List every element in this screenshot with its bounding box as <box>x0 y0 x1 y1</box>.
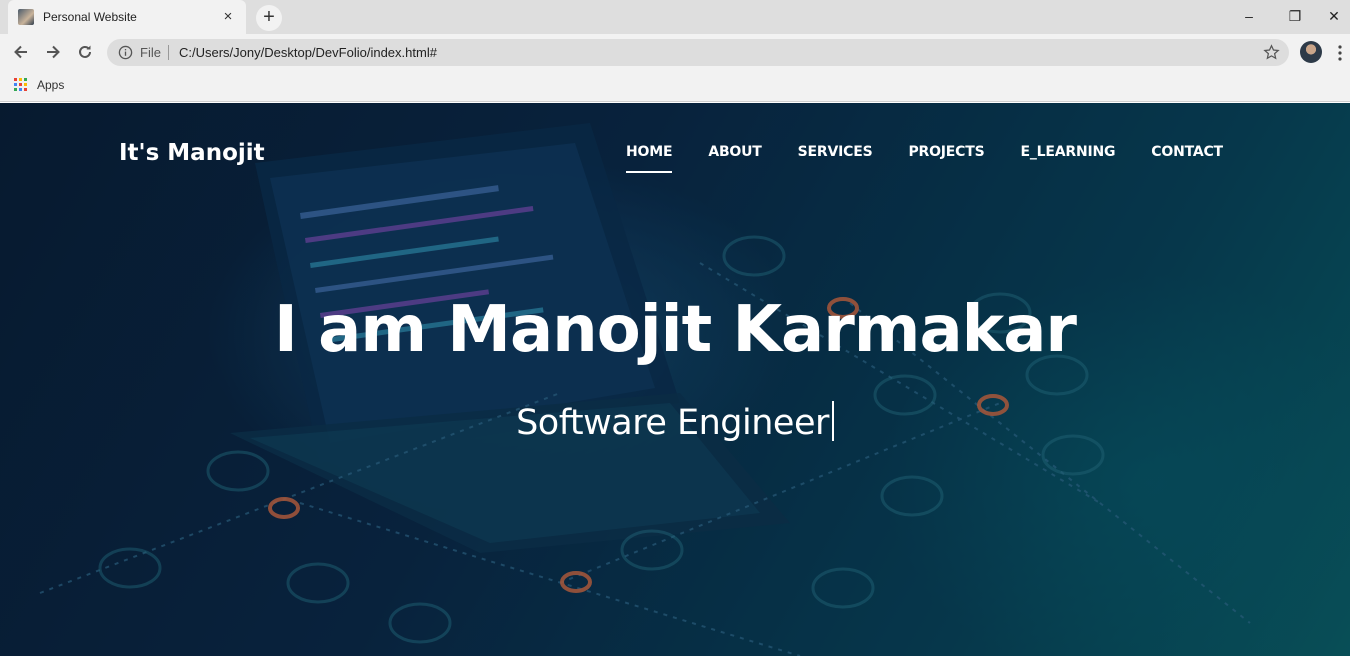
window-restore-button[interactable]: ❐ <box>1272 4 1318 28</box>
browser-toolbar: File C:/Users/Jony/Desktop/DevFolio/inde… <box>0 34 1350 70</box>
window-close-button[interactable]: ✕ <box>1318 4 1350 28</box>
bookmark-star-icon[interactable] <box>1263 44 1280 61</box>
site-favicon-icon <box>18 9 34 25</box>
url-text[interactable]: C:/Users/Jony/Desktop/DevFolio/index.htm… <box>179 45 437 60</box>
forward-arrow-icon <box>47 45 60 59</box>
nav-services[interactable]: SERVICES <box>798 144 873 160</box>
browser-tab-strip: Personal Website × + – ❐ ✕ <box>0 0 1350 34</box>
nav-e-learning[interactable]: E_LEARNING <box>1020 144 1115 160</box>
more-menu-icon[interactable] <box>1334 44 1346 62</box>
nav-contact[interactable]: CONTACT <box>1151 144 1223 160</box>
tab-title: Personal Website <box>43 10 137 24</box>
tab-close-icon[interactable]: × <box>220 9 236 25</box>
new-tab-button[interactable]: + <box>256 5 282 31</box>
bookmarks-bar: Apps <box>0 70 1350 102</box>
back-arrow-icon <box>14 45 27 59</box>
back-button[interactable] <box>7 38 35 66</box>
window-minimize-button[interactable]: – <box>1226 4 1272 28</box>
typed-text: Software Engineer <box>516 403 829 443</box>
nav-projects[interactable]: PROJECTS <box>908 144 984 160</box>
hero-typed-subtitle: Software Engineer <box>0 401 1350 443</box>
apps-bookmark[interactable]: Apps <box>37 78 64 92</box>
hero-section: It's Manojit HOME ABOUT SERVICES PROJECT… <box>0 103 1350 656</box>
nav-home[interactable]: HOME <box>626 144 673 173</box>
site-brand-logo[interactable]: It's Manojit <box>119 140 265 166</box>
hero-headline: I am Manojit Karmakar <box>274 293 1077 367</box>
nav-about[interactable]: ABOUT <box>708 144 762 160</box>
apps-grid-icon[interactable] <box>14 78 27 91</box>
hero-background-illustration <box>0 103 1350 656</box>
file-scheme-label: File <box>140 45 161 60</box>
typing-cursor <box>831 401 834 441</box>
address-bar[interactable]: File C:/Users/Jony/Desktop/DevFolio/inde… <box>107 39 1289 66</box>
profile-avatar[interactable] <box>1300 41 1322 63</box>
forward-button[interactable] <box>39 38 67 66</box>
reload-icon <box>79 45 91 58</box>
browser-tab[interactable]: Personal Website × <box>8 0 246 34</box>
info-icon[interactable] <box>118 45 133 60</box>
reload-button[interactable] <box>71 38 99 66</box>
main-navigation: HOME ABOUT SERVICES PROJECTS E_LEARNING … <box>626 144 1259 173</box>
omnibox-divider <box>168 45 169 60</box>
